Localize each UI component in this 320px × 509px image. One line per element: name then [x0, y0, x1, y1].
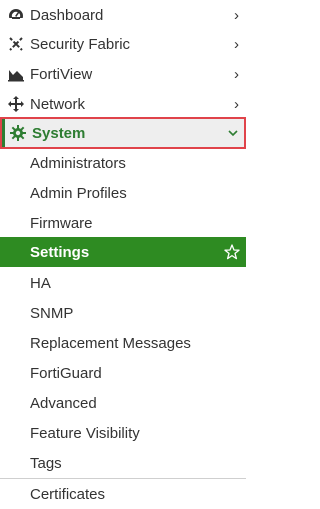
fortiview-icon	[7, 65, 25, 83]
sidebar-subitem-replacement-messages[interactable]: Replacement Messages	[0, 328, 246, 358]
active-section-indicator	[2, 119, 5, 147]
sidebar-subitem-label: Admin Profiles	[30, 184, 127, 202]
chevron-right-icon: ›	[234, 6, 239, 24]
sidebar-subitem-label: Feature Visibility	[30, 424, 140, 442]
sidebar-subitem-settings[interactable]: Settings	[0, 237, 246, 267]
sidebar-navigation: Dashboard › Security Fabric › FortiView …	[0, 0, 246, 509]
security-fabric-icon	[7, 35, 25, 53]
sidebar-item-label: Network	[30, 95, 86, 113]
sidebar-subitem-label: SNMP	[30, 304, 74, 322]
sidebar-subitem-certificates[interactable]: Certificates	[0, 479, 246, 509]
sidebar-subitem-feature-visibility[interactable]: Feature Visibility	[0, 418, 246, 448]
sidebar-subitem-ha[interactable]: HA	[0, 268, 246, 298]
sidebar-subitem-advanced[interactable]: Advanced	[0, 388, 246, 418]
sidebar-item-fortiview[interactable]: FortiView ›	[0, 59, 246, 89]
chevron-right-icon: ›	[234, 65, 239, 83]
sidebar-item-system[interactable]: System	[0, 117, 246, 149]
sidebar-subitem-label: Certificates	[30, 485, 106, 503]
network-icon	[7, 95, 25, 113]
sidebar-item-network[interactable]: Network ›	[0, 89, 246, 119]
sidebar-subitem-label: HA	[30, 274, 51, 292]
sidebar-item-security-fabric[interactable]: Security Fabric ›	[0, 29, 246, 59]
sidebar-subitem-label: Replacement Messages	[30, 334, 191, 352]
sidebar-subitem-label: Settings	[30, 243, 90, 261]
sidebar-item-label: FortiView	[30, 65, 93, 83]
sidebar-item-label: Security Fabric	[30, 35, 131, 53]
favorite-star-icon[interactable]	[224, 237, 240, 267]
gear-icon	[9, 124, 27, 142]
sidebar-item-label: Dashboard	[30, 6, 104, 24]
chevron-down-icon	[228, 119, 238, 147]
sidebar-item-dashboard[interactable]: Dashboard ›	[0, 0, 246, 30]
sidebar-subitem-label: Tags	[30, 454, 62, 472]
chevron-right-icon: ›	[234, 35, 239, 53]
chevron-right-icon: ›	[234, 95, 239, 113]
sidebar-subitem-tags[interactable]: Tags	[0, 448, 246, 478]
sidebar-subitem-fortiguard[interactable]: FortiGuard	[0, 358, 246, 388]
sidebar-subitem-label: FortiGuard	[30, 364, 102, 382]
sidebar-subitem-admin-profiles[interactable]: Admin Profiles	[0, 178, 246, 208]
sidebar-subitem-label: Firmware	[30, 214, 93, 232]
sidebar-subitem-label: Administrators	[30, 154, 126, 172]
sidebar-subitem-snmp[interactable]: SNMP	[0, 298, 246, 328]
sidebar-subitem-administrators[interactable]: Administrators	[0, 148, 246, 178]
dashboard-icon	[7, 6, 25, 24]
sidebar-item-label: System	[32, 124, 86, 142]
sidebar-subitem-firmware[interactable]: Firmware	[0, 208, 246, 238]
sidebar-subitem-label: Advanced	[30, 394, 97, 412]
